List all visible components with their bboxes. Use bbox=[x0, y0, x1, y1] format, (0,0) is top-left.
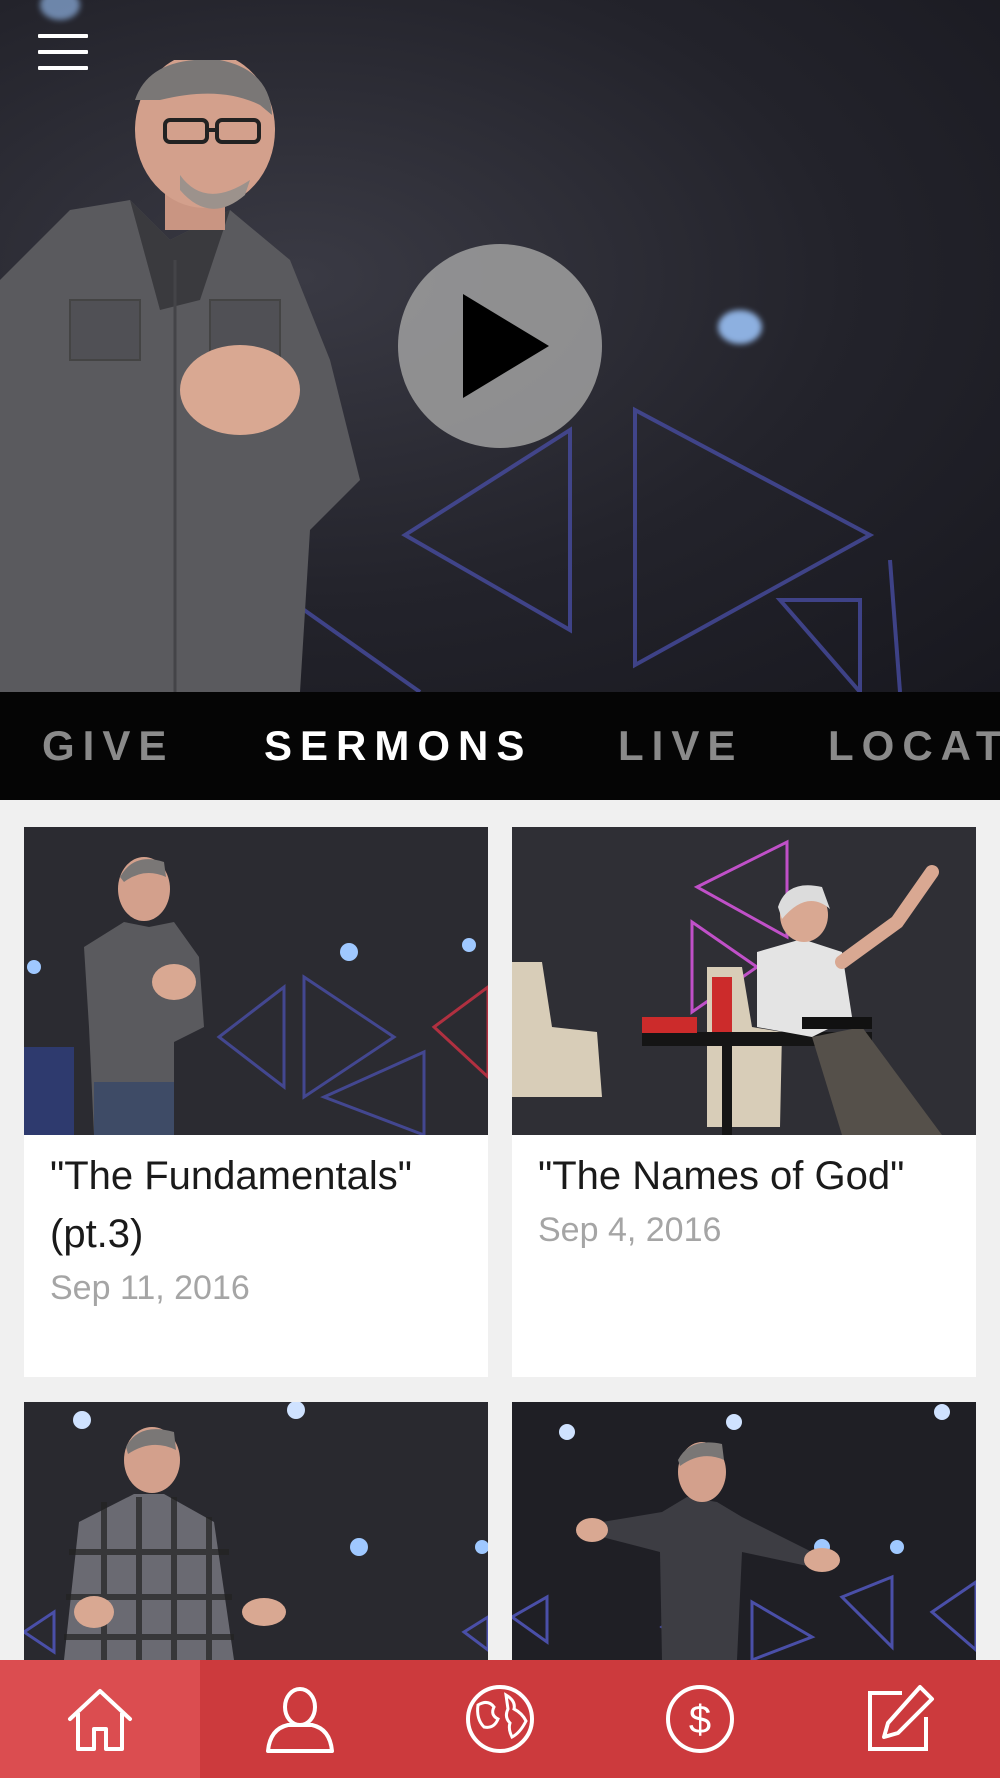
dollar-icon: $ bbox=[666, 1685, 734, 1753]
sermon-thumbnail bbox=[512, 1402, 976, 1660]
sermon-title: "The Names of God" bbox=[538, 1154, 905, 1198]
sermon-card[interactable]: "The Names of God" Sep 4, 2016 bbox=[512, 827, 976, 1377]
tab-sermons[interactable]: SERMONS bbox=[264, 692, 532, 800]
nav-globe[interactable] bbox=[400, 1660, 600, 1778]
home-icon bbox=[68, 1689, 132, 1751]
svg-text:$: $ bbox=[689, 1698, 711, 1742]
nav-home[interactable] bbox=[0, 1660, 200, 1778]
sermon-thumbnail bbox=[512, 827, 976, 1135]
globe-icon bbox=[466, 1685, 534, 1753]
hamburger-menu-icon bbox=[38, 34, 88, 38]
section-tab-bar: GIVE SERMONS LIVE LOCAT bbox=[0, 692, 1000, 800]
sermon-thumbnail bbox=[24, 827, 488, 1135]
nav-give[interactable]: $ bbox=[600, 1660, 800, 1778]
edit-icon bbox=[868, 1685, 934, 1751]
person-icon bbox=[266, 1687, 334, 1753]
tab-live[interactable]: LIVE bbox=[618, 692, 743, 800]
tab-give[interactable]: GIVE bbox=[42, 692, 174, 800]
tab-locations[interactable]: LOCAT bbox=[828, 692, 1000, 800]
speaker-figure bbox=[0, 60, 360, 692]
sermon-date: Sep 4, 2016 bbox=[538, 1211, 722, 1249]
hero-video bbox=[0, 0, 1000, 692]
sermon-date: Sep 11, 2016 bbox=[50, 1269, 250, 1307]
nav-profile[interactable] bbox=[200, 1660, 400, 1778]
sermon-title: "The Fundamentals" (pt.3) bbox=[50, 1154, 412, 1256]
sermon-card[interactable]: "The Fundamentals" (pt.3) Sep 11, 2016 bbox=[24, 827, 488, 1377]
sermon-card[interactable] bbox=[512, 1402, 976, 1660]
menu-button[interactable] bbox=[38, 34, 88, 74]
sermon-thumbnail bbox=[24, 1402, 488, 1660]
play-button[interactable] bbox=[398, 244, 602, 448]
sermon-card[interactable] bbox=[24, 1402, 488, 1660]
nav-notes[interactable] bbox=[800, 1660, 1000, 1778]
play-icon bbox=[463, 294, 549, 398]
bottom-navigation: $ bbox=[0, 1660, 1000, 1778]
